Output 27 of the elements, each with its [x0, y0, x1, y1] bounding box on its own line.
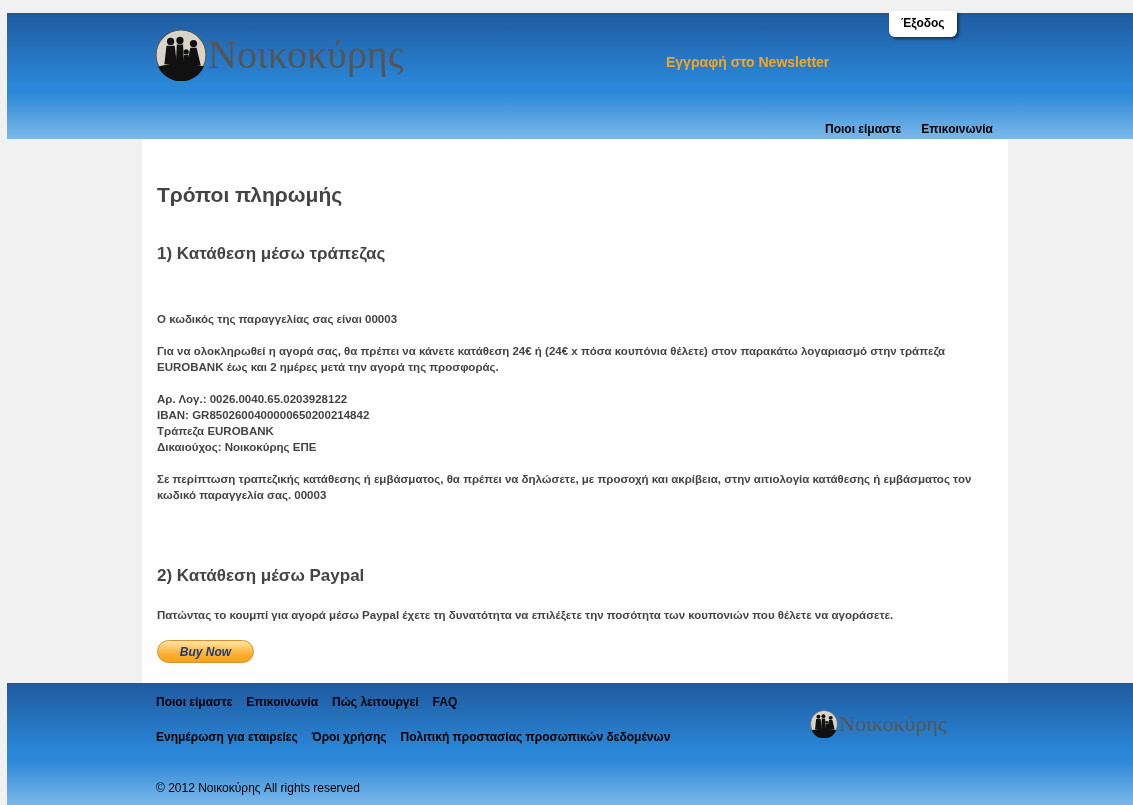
footer-link[interactable]: Ποιοι είμαστε	[156, 693, 233, 711]
footer-logo-text: Νοικοκύρης	[839, 713, 947, 735]
body-text: Πατώντας το κουμπί για αγορά μέσω Paypal έχετε τη δυνατότητα να επιλέξετε την ποσότητα των κουπονιών που θέλετε να αγοράσετε.	[157, 607, 895, 623]
family-logo-icon	[810, 710, 838, 738]
footer-link[interactable]: FAQ	[432, 693, 458, 711]
logo-text: Νοικοκύρης	[208, 35, 404, 75]
footer-link[interactable]: Πολιτική προστασίας προσωπικών δεδομένων	[400, 728, 671, 746]
footer-link[interactable]: Όροι χρήσης	[311, 728, 387, 746]
section-heading: 2) Κατάθεση μέσω Paypal	[157, 565, 366, 587]
body-text: Για να ολοκληρωθεί η αγορά σας, θα πρέπει να κάνετε κατάθεση 24€ ή (24€ x πόσα κουπόνια θέλετε) στον παρακάτω λογαριασμό στην τράπεζα EUROBANK έως και 2 ημέρες μετά την αγορά της προσφοράς.	[157, 344, 947, 375]
body-text: Τράπεζα EUROBANK	[157, 424, 275, 439]
body-text: IBAN: GR8502600400000650200214842	[157, 408, 371, 423]
section-heading: 1) Κατάθεση μέσω τράπεζας	[157, 242, 387, 265]
footer-link[interactable]: Επικοινωνία	[246, 693, 319, 711]
footer-link[interactable]: Πώς λειτουργεί	[332, 693, 419, 711]
logout-button[interactable]: Έξοδος	[889, 11, 957, 37]
buy-now-button[interactable]: Buy Now	[157, 640, 254, 663]
family-logo-icon	[155, 29, 207, 81]
nav-link[interactable]: Ποιοι είμαστε	[824, 120, 902, 138]
body-text: Ο κωδικός της παραγγελίας σας είναι 00003	[157, 312, 399, 327]
body-text: Αρ. Λογ.: 0026.0040.65.0203928122	[157, 392, 349, 407]
nav-link[interactable]: Επικοινωνία	[921, 120, 993, 138]
footer-link[interactable]: Ενημέρωση για εταιρείες	[156, 728, 298, 746]
body-text: Δικαιούχος: Νοικοκύρης ΕΠΕ	[157, 440, 318, 455]
body-text: Σε περίπτωση τραπεζικής κατάθεσης ή εμβάσματος, θα πρέπει να δηλώσετε, με προσοχή και ακρίβεια, στην αιτιολογία κατάθεσης ή εμβάσματος τον κωδικό παραγγελία σας. 00003	[157, 472, 973, 503]
page-title: Τρόποι πληρωμής	[157, 182, 344, 208]
copyright-text: © 2012 Νοικοκύρης All rights reserved	[156, 780, 360, 797]
